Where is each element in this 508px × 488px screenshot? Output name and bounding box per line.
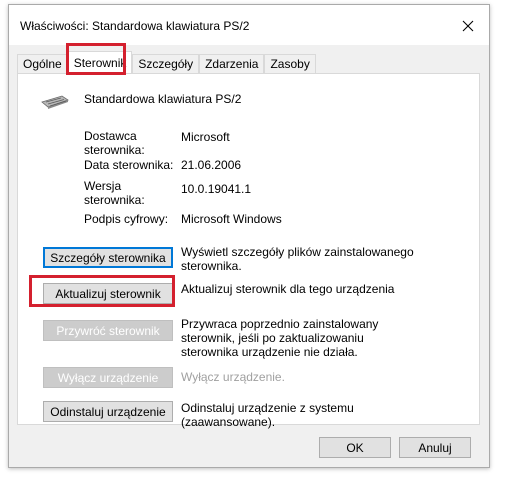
rollback-driver-button[interactable]: Przywróć sterownik — [43, 320, 173, 341]
tab-resources[interactable]: Zasoby — [264, 54, 316, 73]
title-bar: Właściwości: Standardowa klawiatura PS/2 — [9, 5, 489, 45]
provider-label: Dostawca sterownika: — [84, 129, 145, 157]
update-highlight-frame — [29, 275, 175, 307]
keyboard-icon — [40, 94, 70, 113]
tab-details[interactable]: Szczegóły — [132, 54, 200, 73]
cancel-button[interactable]: Anuluj — [399, 437, 471, 458]
tab-strip: Ogólne Sterownik Szczegóły Zdarzenia Zas… — [17, 51, 316, 73]
signer-value: Microsoft Windows — [181, 212, 282, 226]
window-title: Właściwości: Standardowa klawiatura PS/2 — [20, 19, 250, 33]
tab-highlight-frame — [66, 43, 126, 75]
tab-events[interactable]: Zdarzenia — [199, 54, 265, 73]
driver-panel: Standardowa klawiatura PS/2 Dostawca ste… — [17, 73, 480, 429]
update-driver-description: Aktualizuj sterownik dla tego urządzenia — [181, 282, 395, 296]
date-value: 21.06.2006 — [181, 158, 242, 172]
uninstall-device-description: Odinstaluj urządzenie z systemu (zaawans… — [181, 401, 354, 429]
device-name: Standardowa klawiatura PS/2 — [84, 92, 242, 106]
version-label: Wersja sterownika: — [84, 179, 145, 207]
tab-general[interactable]: Ogólne — [17, 54, 68, 73]
provider-value: Microsoft — [181, 130, 230, 144]
close-icon — [462, 20, 474, 32]
uninstall-device-button[interactable]: Odinstaluj urządzenie — [43, 401, 173, 422]
driver-details-description: Wyświetl szczegóły plików zainstalowaneg… — [181, 245, 414, 273]
driver-details-button[interactable]: Szczegóły sterownika — [43, 247, 173, 268]
close-button[interactable] — [455, 13, 481, 39]
date-label: Data sterownika: — [84, 158, 174, 172]
signer-label: Podpis cyfrowy: — [84, 212, 169, 226]
properties-dialog: Właściwości: Standardowa klawiatura PS/2… — [8, 4, 490, 468]
version-value: 10.0.19041.1 — [181, 182, 252, 196]
disable-device-button[interactable]: Wyłącz urządzenie — [43, 367, 173, 388]
rollback-driver-description: Przywraca poprzednio zainstalowany stero… — [181, 317, 379, 359]
disable-device-description: Wyłącz urządzenie. — [181, 370, 285, 384]
ok-button[interactable]: OK — [319, 437, 391, 458]
